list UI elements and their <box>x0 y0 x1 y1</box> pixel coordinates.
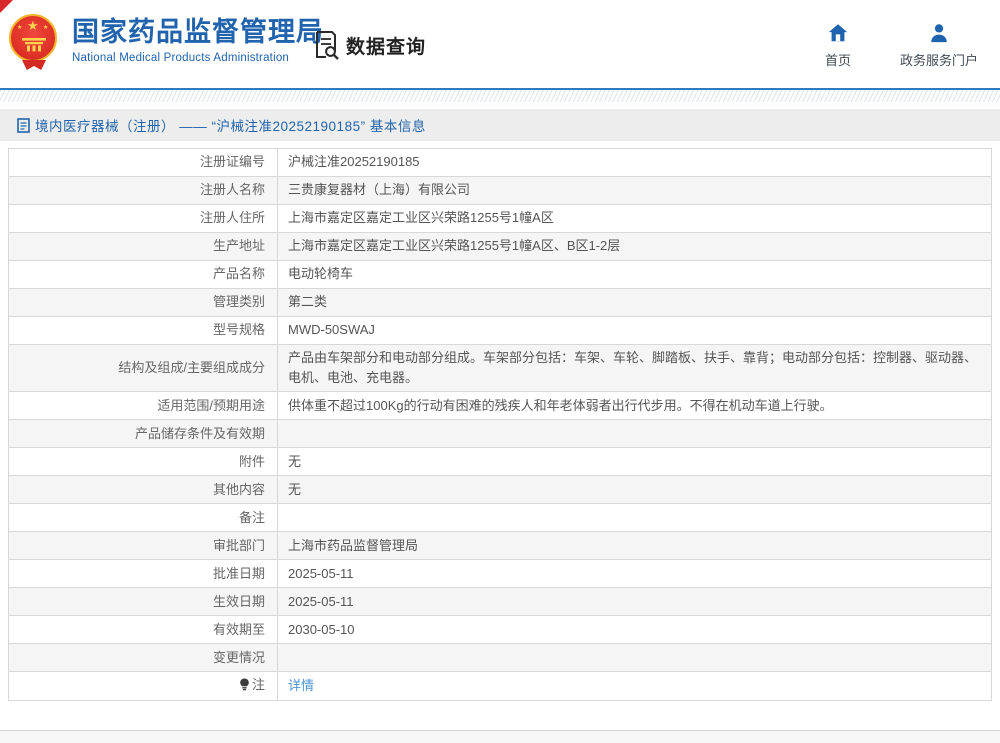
row-label: 管理类别 <box>8 288 278 317</box>
detail-link[interactable]: 详情 <box>288 678 314 693</box>
row-value: 产品由车架部分和电动部分组成。车架部分包括：车架、车轮、脚踏板、扶手、靠背；电动… <box>277 343 992 393</box>
data-query-icon <box>316 31 339 60</box>
table-row: 有效期至 2030-05-10 <box>8 615 992 645</box>
row-label: 附件 <box>8 447 278 477</box>
table-row: 适用范围/预期用途 供体重不超过100Kg的行动有困难的残疾人和年老体弱者出行代步… <box>8 391 992 421</box>
row-value: 沪械注准20252190185 <box>277 148 992 177</box>
table-row: 变更情况 <box>8 643 992 673</box>
row-label: 变更情况 <box>8 643 278 673</box>
row-label: 生产地址 <box>8 232 278 261</box>
row-label: 生效日期 <box>8 587 278 617</box>
row-value <box>277 503 992 533</box>
table-row: 批准日期 2025-05-11 <box>8 559 992 589</box>
table-row: 管理类别 第二类 <box>8 288 992 317</box>
row-value: MWD-50SWAJ <box>277 316 992 345</box>
row-value: 2025-05-11 <box>277 559 992 589</box>
row-value: 上海市嘉定区嘉定工业区兴荣路1255号1幢A区 <box>277 204 992 233</box>
table-row: 其他内容无 <box>8 475 992 505</box>
row-label: 批准日期 <box>8 559 278 589</box>
hatch-decoration-band <box>0 90 1000 102</box>
table-row: 附件无 <box>8 447 992 477</box>
row-label: 适用范围/预期用途 <box>8 391 278 421</box>
table-row: 备注 <box>8 503 992 533</box>
table-row: 生产地址 上海市嘉定区嘉定工业区兴荣路1255号1幢A区、B区1-2层 <box>8 232 992 261</box>
table-row: 产品名称 电动轮椅车 <box>8 260 992 289</box>
row-label: 其他内容 <box>8 475 278 505</box>
row-value: 供体重不超过100Kg的行动有困难的残疾人和年老体弱者出行代步用。不得在机动车道… <box>277 391 992 421</box>
row-label: 注册证编号 <box>8 148 278 177</box>
registration-info-table: 注册证编号 沪械注准20252190185 注册人名称 三贵康复器材（上海）有限公司注… <box>8 148 992 702</box>
table-row: 注册人名称 三贵康复器材（上海）有限公司 <box>8 176 992 205</box>
row-label: 审批部门 <box>8 531 278 561</box>
row-label: 有效期至 <box>8 615 278 645</box>
row-value: 无 <box>277 447 992 477</box>
table-row: 注册证编号 沪械注准20252190185 <box>8 148 992 177</box>
page-header: ★ ★ ★ 国家药品监督管理局 National Medical Product… <box>0 0 1000 90</box>
nmpa-logo[interactable]: ★ ★ ★ 国家药品监督管理局 National Medical Product… <box>8 12 324 70</box>
registration-info-table-wrap: 注册证编号 沪械注准20252190185 注册人名称 三贵康复器材（上海）有限公司注… <box>8 148 992 702</box>
table-row: 注册人住所 上海市嘉定区嘉定工业区兴荣路1255号1幢A区 <box>8 204 992 233</box>
info-table-body: 注册证编号 沪械注准20252190185 注册人名称 三贵康复器材（上海）有限公司注… <box>8 148 992 702</box>
row-value: 三贵康复器材（上海）有限公司 <box>277 176 992 205</box>
nav-portal[interactable]: 政务服务门户 <box>900 22 978 69</box>
data-query-module[interactable]: 数据查询 <box>313 30 426 60</box>
footer-strip <box>0 730 1000 743</box>
document-icon <box>17 117 30 133</box>
user-icon <box>931 24 947 43</box>
data-query-title: 数据查询 <box>346 36 427 58</box>
row-label: 备注 <box>8 503 278 533</box>
top-navigation: 首页 政务服务门户 <box>814 22 978 69</box>
table-row: 型号规格 MWD-50SWAJ <box>8 316 992 345</box>
row-value: 详情 <box>277 671 992 702</box>
table-row: 生效日期 2025-05-11 <box>8 587 992 617</box>
row-label: 型号规格 <box>8 316 278 345</box>
row-value <box>277 643 992 673</box>
row-label: 结构及组成/主要组成成分 <box>8 343 278 393</box>
org-name-cn: 国家药品监督管理局 <box>72 17 324 48</box>
table-row: 产品储存条件及有效期 <box>8 419 992 449</box>
row-label: 注册人名称 <box>8 176 278 205</box>
row-label: 注 <box>8 671 278 702</box>
row-value: 第二类 <box>277 288 992 317</box>
row-label: 注册人住所 <box>8 204 278 233</box>
row-value: 上海市嘉定区嘉定工业区兴荣路1255号1幢A区、B区1-2层 <box>277 232 992 261</box>
nav-portal-label: 政务服务门户 <box>899 53 978 68</box>
table-row: 注详情 <box>8 671 992 702</box>
row-label: 产品储存条件及有效期 <box>8 419 278 449</box>
table-row: 结构及组成/主要组成成分 产品由车架部分和电动部分组成。车架部分包括：车架、车轮、… <box>8 343 992 393</box>
row-value: 2030-05-10 <box>277 615 992 645</box>
row-label: 产品名称 <box>8 260 278 289</box>
row-value: 无 <box>277 475 992 505</box>
row-value: 2025-05-11 <box>277 587 992 617</box>
breadcrumb: 境内医疗器械（注册） —— “沪械注准20252190185” 基本信息 <box>0 109 1000 141</box>
org-name-en: National Medical Products Administration <box>72 51 290 64</box>
table-row: 审批部门 上海市药品监督管理局 <box>8 531 992 561</box>
breadcrumb-text: 境内医疗器械（注册） —— “沪械注准20252190185” 基本信息 <box>35 119 426 134</box>
nav-home-label: 首页 <box>824 53 851 68</box>
nav-home[interactable]: 首页 <box>814 22 862 69</box>
home-icon <box>828 24 848 42</box>
gate-shape <box>22 38 46 52</box>
national-emblem-icon: ★ ★ ★ <box>8 12 60 70</box>
bulb-icon <box>239 677 250 697</box>
row-value: 电动轮椅车 <box>277 260 992 289</box>
row-value: 上海市药品监督管理局 <box>277 531 992 561</box>
row-value <box>277 419 992 449</box>
